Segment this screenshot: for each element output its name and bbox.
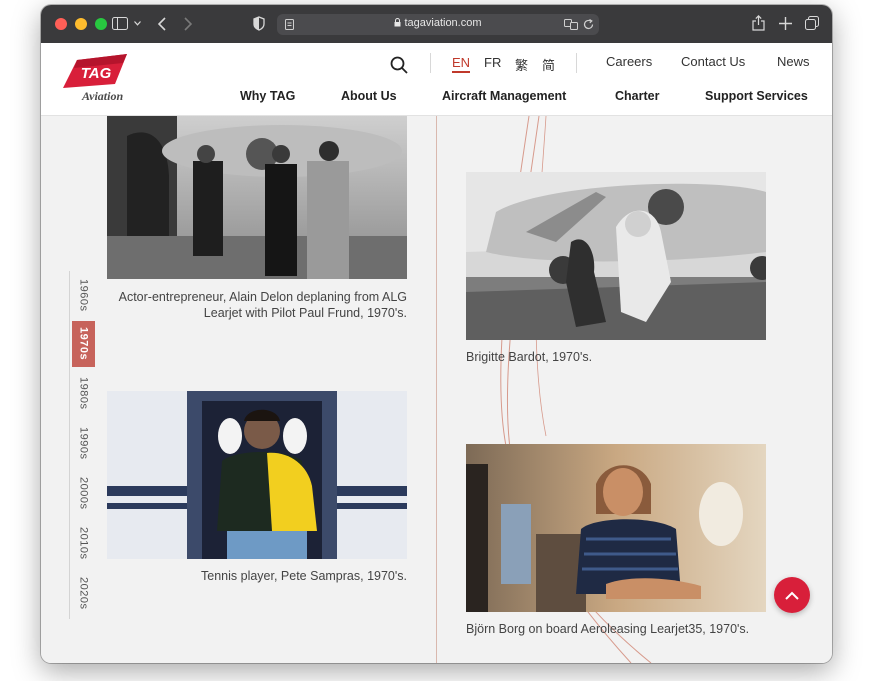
browser-window: tagaviation.com TAG Aviation EN FR 繁 简 C…: [41, 5, 832, 663]
decade-2020s[interactable]: 2020s: [72, 569, 95, 617]
decade-2000s[interactable]: 2000s: [72, 469, 95, 517]
lang-zh-simplified[interactable]: 简: [542, 55, 555, 74]
chevron-up-icon: [785, 591, 799, 600]
history-content: 1960s 1970s 1980s 1990s 2000s 2010s 2020…: [41, 116, 832, 663]
sidebar-icon[interactable]: [112, 17, 128, 30]
timeline-track: [69, 271, 70, 619]
lock-icon: [394, 18, 401, 27]
browser-toolbar: tagaviation.com: [41, 5, 832, 43]
url-text: tagaviation.com: [404, 17, 482, 29]
privacy-shield-icon[interactable]: [253, 16, 265, 31]
news-link[interactable]: News: [777, 54, 810, 69]
divider: [430, 53, 431, 73]
caption-pete-sampras: Tennis player, Pete Sampras, 1970's.: [201, 569, 407, 583]
photo-bjorn-borg: [466, 444, 766, 612]
forward-icon[interactable]: [184, 17, 192, 31]
tag-logo-mark: TAG: [63, 54, 127, 88]
scroll-to-top-button[interactable]: [774, 577, 810, 613]
minimize-window-button[interactable]: [75, 18, 87, 30]
back-icon[interactable]: [158, 17, 166, 31]
caption-brigitte-bardot: Brigitte Bardot, 1970's.: [466, 350, 593, 364]
lang-zh-traditional[interactable]: 繁: [515, 55, 528, 74]
contact-us-link[interactable]: Contact Us: [681, 54, 745, 69]
search-icon[interactable]: [390, 56, 408, 74]
new-tab-icon[interactable]: [779, 17, 792, 30]
zoom-window-button[interactable]: [95, 18, 107, 30]
nav-support-services[interactable]: Support Services: [705, 89, 808, 103]
lang-en[interactable]: EN: [452, 55, 471, 73]
logo-text: Aviation: [82, 89, 124, 103]
tab-overview-icon[interactable]: [805, 16, 819, 30]
lang-fr[interactable]: FR: [484, 55, 501, 70]
careers-link[interactable]: Careers: [606, 54, 652, 69]
caption-alain-delon: Actor-entrepreneur, Alain Delon deplanin…: [118, 290, 407, 320]
nav-charter[interactable]: Charter: [615, 89, 659, 103]
decade-1980s[interactable]: 1980s: [72, 369, 95, 417]
share-icon[interactable]: [752, 15, 765, 31]
close-window-button[interactable]: [55, 18, 67, 30]
nav-aircraft-management[interactable]: Aircraft Management: [442, 89, 566, 103]
url-display: tagaviation.com: [277, 17, 599, 29]
nav-why-tag[interactable]: Why TAG: [240, 89, 295, 103]
logo-mark-text: TAG: [81, 65, 112, 82]
tag-logo[interactable]: TAG: [63, 54, 127, 88]
caption-bjorn-borg: Björn Borg on board Aeroleasing Learjet3…: [466, 622, 750, 636]
divider: [576, 53, 577, 73]
chevron-down-icon[interactable]: [134, 21, 141, 26]
decade-2010s[interactable]: 2010s: [72, 519, 95, 567]
decade-1990s[interactable]: 1990s: [72, 419, 95, 467]
photo-pete-sampras: [107, 391, 407, 559]
center-divider: [436, 116, 437, 663]
site-header: TAG Aviation EN FR 繁 简 Careers Contact U…: [41, 43, 832, 116]
translate-icon[interactable]: [564, 19, 578, 30]
photo-brigitte-bardot: [466, 172, 766, 340]
decade-1970s[interactable]: 1970s: [72, 321, 95, 367]
nav-about-us[interactable]: About Us: [341, 89, 397, 103]
address-bar[interactable]: tagaviation.com: [277, 14, 599, 35]
photo-alain-delon: [107, 116, 407, 279]
decade-1960s[interactable]: 1960s: [72, 271, 95, 319]
reload-icon[interactable]: [583, 19, 594, 30]
